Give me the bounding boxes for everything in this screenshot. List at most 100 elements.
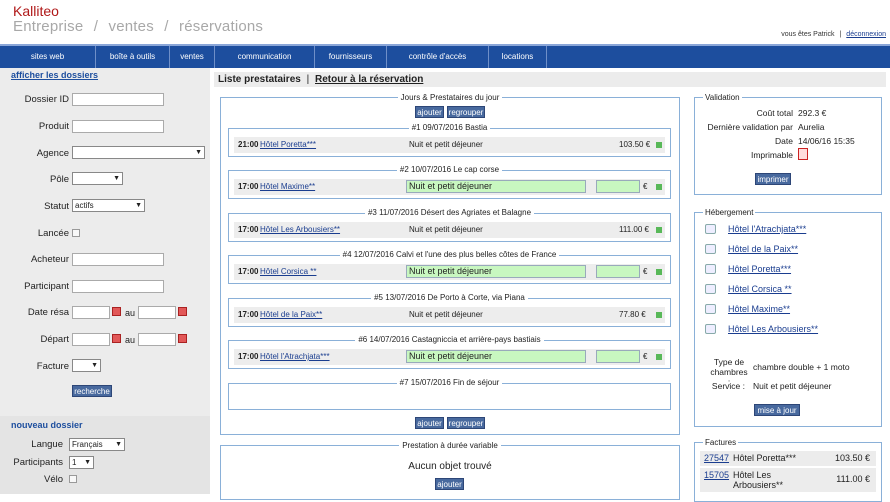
status-square-icon bbox=[656, 354, 662, 360]
group-button[interactable]: regrouper bbox=[447, 106, 485, 118]
hotel-link[interactable]: Hôtel Les Arbousiers** bbox=[260, 225, 340, 234]
user-greeting: vous êtes Patrick bbox=[781, 31, 835, 38]
search-button[interactable]: recherche bbox=[72, 385, 112, 397]
nav-sites-web[interactable]: sites web bbox=[0, 46, 96, 68]
hotel-link[interactable]: Hôtel Poretta*** bbox=[260, 140, 316, 149]
pole-select[interactable]: ▼ bbox=[72, 172, 123, 185]
edit-icon[interactable] bbox=[705, 224, 716, 234]
day-label: #6 14/07/2016 Castagniccia et arrière-pa… bbox=[229, 335, 670, 344]
hotel-link[interactable]: Hôtel de la Paix** bbox=[260, 310, 322, 319]
print-button[interactable]: imprimer bbox=[755, 173, 791, 185]
edit-icon[interactable] bbox=[705, 264, 716, 274]
nav-ventes[interactable]: ventes bbox=[170, 46, 215, 68]
chevron-down-icon: ▼ bbox=[115, 441, 122, 448]
breadcrumb-sep: / bbox=[93, 18, 99, 35]
price-input[interactable] bbox=[596, 265, 640, 278]
date-resa-from-input[interactable] bbox=[72, 306, 110, 319]
hotel-link[interactable]: Hôtel Poretta*** bbox=[728, 264, 791, 274]
statut-select[interactable]: actifs ▼ bbox=[72, 199, 145, 212]
show-folders-link[interactable]: afficher les dossiers bbox=[11, 70, 98, 80]
nav-boite-a-outils[interactable]: boîte à outils bbox=[96, 46, 170, 68]
participants-select[interactable]: 1 ▼ bbox=[69, 456, 94, 469]
hotel-link[interactable]: Hôtel l'Atrachjata*** bbox=[260, 352, 330, 361]
date-resa-to-input[interactable] bbox=[138, 306, 176, 319]
edit-icon[interactable] bbox=[705, 324, 716, 334]
variable-panel-title: Prestation à durée variable bbox=[221, 441, 679, 450]
price-input[interactable] bbox=[596, 180, 640, 193]
edit-icon[interactable] bbox=[705, 304, 716, 314]
calendar-icon[interactable] bbox=[112, 334, 121, 343]
calendar-icon[interactable] bbox=[178, 307, 187, 316]
dossier-id-input[interactable] bbox=[72, 93, 164, 106]
factures-panel: Factures 27547 Hôtel Poretta*** 103.50 €… bbox=[694, 438, 882, 502]
produit-input[interactable] bbox=[72, 120, 164, 133]
invoice-amount: 103.50 € bbox=[834, 453, 870, 463]
breadcrumb-sep: / bbox=[164, 18, 169, 35]
group-button[interactable]: regrouper bbox=[447, 417, 485, 429]
label-depart: Départ bbox=[40, 334, 69, 345]
edit-icon[interactable] bbox=[705, 244, 716, 254]
depart-from-input[interactable] bbox=[72, 333, 110, 346]
facture-select[interactable]: ▼ bbox=[72, 359, 101, 372]
service-input[interactable]: Nuit et petit déjeuner bbox=[406, 180, 586, 193]
day-block: #1 09/07/2016 Bastia 21:00 Hôtel Poretta… bbox=[228, 123, 671, 157]
service-input[interactable]: Nuit et petit déjeuner bbox=[406, 350, 586, 363]
update-button[interactable]: mise à jour bbox=[754, 404, 800, 416]
invoice-id-link[interactable]: 27547 bbox=[704, 453, 729, 463]
langue-select[interactable]: Français ▼ bbox=[69, 438, 125, 451]
chevron-down-icon: ▼ bbox=[84, 459, 91, 466]
langue-value: Français bbox=[72, 440, 103, 449]
page-title-bar: Liste prestataires | Retour à la réserva… bbox=[214, 72, 886, 87]
nav-locations[interactable]: locations bbox=[489, 46, 547, 68]
status-square-icon bbox=[656, 269, 662, 275]
label-pole: Pôle bbox=[49, 174, 69, 185]
hotel-link[interactable]: Hôtel Corsica ** bbox=[260, 267, 316, 276]
label-date: Date bbox=[775, 136, 793, 146]
price-input[interactable] bbox=[596, 350, 640, 363]
hotel-link[interactable]: Hôtel Maxime** bbox=[728, 304, 790, 314]
participant-input[interactable] bbox=[72, 280, 164, 293]
day-row: 17:00 Hôtel l'Atrachjata*** Nuit et peti… bbox=[234, 349, 665, 365]
nav-fournisseurs[interactable]: fournisseurs bbox=[315, 46, 387, 68]
nav-communication[interactable]: communication bbox=[215, 46, 315, 68]
day-block: #4 12/07/2016 Calvi et l'une des plus be… bbox=[228, 250, 671, 284]
new-folder-title: nouveau dossier bbox=[11, 420, 83, 430]
lancee-checkbox[interactable] bbox=[72, 229, 80, 237]
logout-link[interactable]: déconnexion bbox=[846, 31, 886, 38]
day-block: #7 15/07/2016 Fin de séjour bbox=[228, 378, 671, 410]
brand-title: Kalliteo bbox=[13, 3, 59, 19]
day-row: 17:00 Hôtel de la Paix** Nuit et petit d… bbox=[234, 307, 665, 323]
participants-value: 1 bbox=[72, 458, 77, 467]
add-button[interactable]: ajouter bbox=[435, 478, 464, 490]
edit-icon[interactable] bbox=[705, 284, 716, 294]
pdf-icon[interactable] bbox=[798, 148, 808, 160]
add-button[interactable]: ajouter bbox=[415, 417, 444, 429]
label-acheteur: Acheteur bbox=[30, 254, 69, 265]
velo-checkbox[interactable] bbox=[69, 475, 77, 483]
hotel-link[interactable]: Hôtel l'Atrachjata*** bbox=[728, 224, 806, 234]
acheteur-input[interactable] bbox=[72, 253, 164, 266]
hotel-link[interactable]: Hôtel Les Arbousiers** bbox=[728, 324, 818, 334]
breadcrumb-entreprise[interactable]: Entreprise bbox=[13, 18, 83, 35]
label-langue: Langue bbox=[31, 439, 63, 450]
service-input[interactable]: Nuit et petit déjeuner bbox=[406, 265, 586, 278]
hotel-link[interactable]: Hôtel Corsica ** bbox=[728, 284, 792, 294]
calendar-icon[interactable] bbox=[178, 334, 187, 343]
add-button[interactable]: ajouter bbox=[415, 106, 444, 118]
hotel-link[interactable]: Hôtel Maxime** bbox=[260, 182, 315, 191]
nav-controle-acces[interactable]: contrôle d'accès bbox=[387, 46, 489, 68]
agence-select[interactable]: ▼ bbox=[72, 146, 205, 159]
validation-title: Validation bbox=[703, 93, 742, 102]
back-to-reservation-link[interactable]: Retour à la réservation bbox=[315, 74, 423, 85]
invoice-id-link[interactable]: 15705 bbox=[704, 470, 729, 480]
chevron-down-icon: ▼ bbox=[113, 175, 120, 182]
hotel-link[interactable]: Hôtel de la Paix** bbox=[728, 244, 798, 254]
calendar-icon[interactable] bbox=[112, 307, 121, 316]
day-label-text: #7 15/07/2016 Fin de séjour bbox=[396, 378, 503, 387]
left-sidebar: afficher les dossiers Dossier ID Produit… bbox=[0, 68, 210, 494]
depart-to-input[interactable] bbox=[138, 333, 176, 346]
page-title: Liste prestataires bbox=[218, 74, 301, 85]
days-panel: Jours & Prestataires du jour ajouter reg… bbox=[220, 93, 680, 435]
breadcrumb-ventes[interactable]: ventes bbox=[109, 18, 154, 35]
day-time: 21:00 bbox=[238, 140, 259, 149]
